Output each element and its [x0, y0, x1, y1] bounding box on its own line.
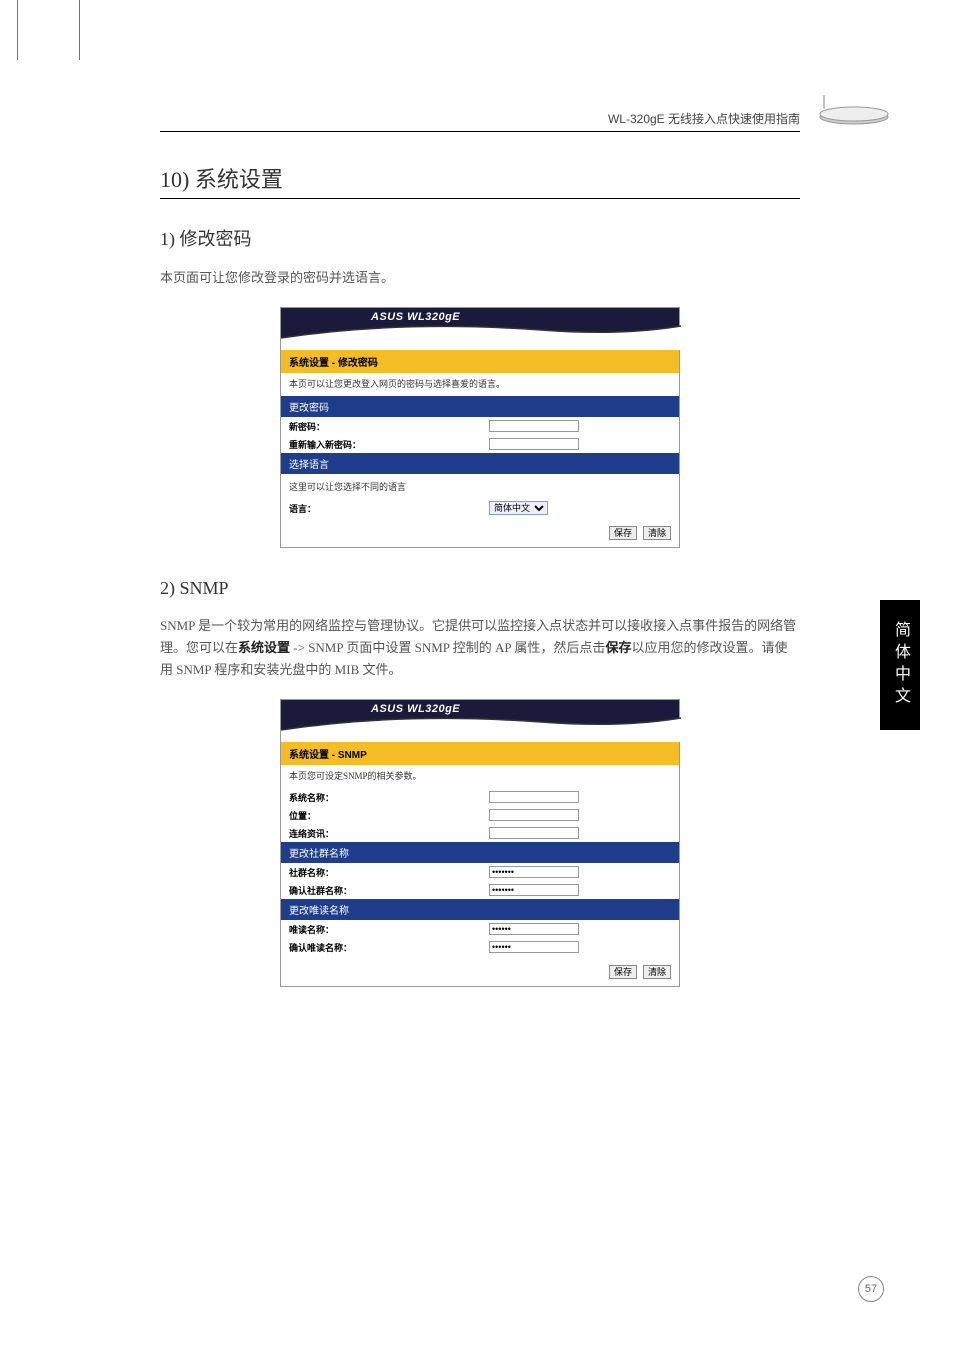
section-bar: 更改密码: [281, 396, 679, 417]
contact-input[interactable]: [489, 827, 579, 839]
section-bar: 选择语言: [281, 453, 679, 474]
screenshot-snmp: ASUS WL320gE 系统设置 - SNMP 本页您可设定SNMP的相关参数…: [280, 699, 680, 987]
crop-mark: [20, 0, 80, 60]
save-button[interactable]: 保存: [609, 526, 637, 540]
community-name-label: 社群名称：: [289, 866, 489, 879]
subsection-1-title: 1) 修改密码: [160, 225, 800, 251]
screenshot-change-password: ASUS WL320gE 系统设置 - 修改密码 本页可以让您更改登入网页的密码…: [280, 307, 680, 548]
page-number: 57: [858, 1276, 884, 1302]
subsection-2-body: SNMP 是一个较为常用的网络监控与管理协议。它提供可以监控接入点状态并可以接收…: [160, 615, 800, 681]
save-button[interactable]: 保存: [609, 965, 637, 979]
breadcrumb: 系统设置 - 修改密码: [281, 350, 679, 373]
location-label: 位置：: [289, 809, 489, 822]
system-name-label: 系统名称：: [289, 791, 489, 804]
new-password-label: 新密码：: [289, 420, 489, 433]
section-bar: 更改社群名称: [281, 842, 679, 863]
new-password-input[interactable]: [489, 420, 579, 432]
readonly-name-label: 唯读名称：: [289, 923, 489, 936]
confirm-password-input[interactable]: [489, 438, 579, 450]
location-input[interactable]: [489, 809, 579, 821]
confirm-password-label: 重新输入新密码：: [289, 438, 489, 451]
confirm-community-label: 确认社群名称：: [289, 884, 489, 897]
community-name-input[interactable]: [489, 866, 579, 878]
router-icon: [814, 95, 894, 130]
section-bar: 更改唯读名称: [281, 899, 679, 920]
section-title: 10) 系统设置: [160, 162, 800, 199]
system-name-input[interactable]: [489, 791, 579, 803]
clear-button[interactable]: 清除: [643, 526, 671, 540]
breadcrumb: 系统设置 - SNMP: [281, 742, 679, 765]
subsection-2-title: 2) SNMP: [160, 578, 800, 599]
contact-label: 连络资讯：: [289, 827, 489, 840]
guide-title: WL-320gE 无线接入点快速使用指南: [608, 110, 800, 127]
confirm-community-input[interactable]: [489, 884, 579, 896]
clear-button[interactable]: 清除: [643, 965, 671, 979]
confirm-readonly-input[interactable]: [489, 941, 579, 953]
subsection-1-body: 本页面可让您修改登录的密码并选语言。: [160, 267, 800, 289]
language-select[interactable]: 简体中文: [489, 501, 548, 515]
readonly-name-input[interactable]: [489, 923, 579, 935]
language-label: 语言：: [289, 502, 489, 515]
language-description: 这里可以让您选择不同的语言: [281, 474, 679, 499]
language-tab: 简体中文: [880, 600, 920, 730]
confirm-readonly-label: 确认唯读名称：: [289, 941, 489, 954]
